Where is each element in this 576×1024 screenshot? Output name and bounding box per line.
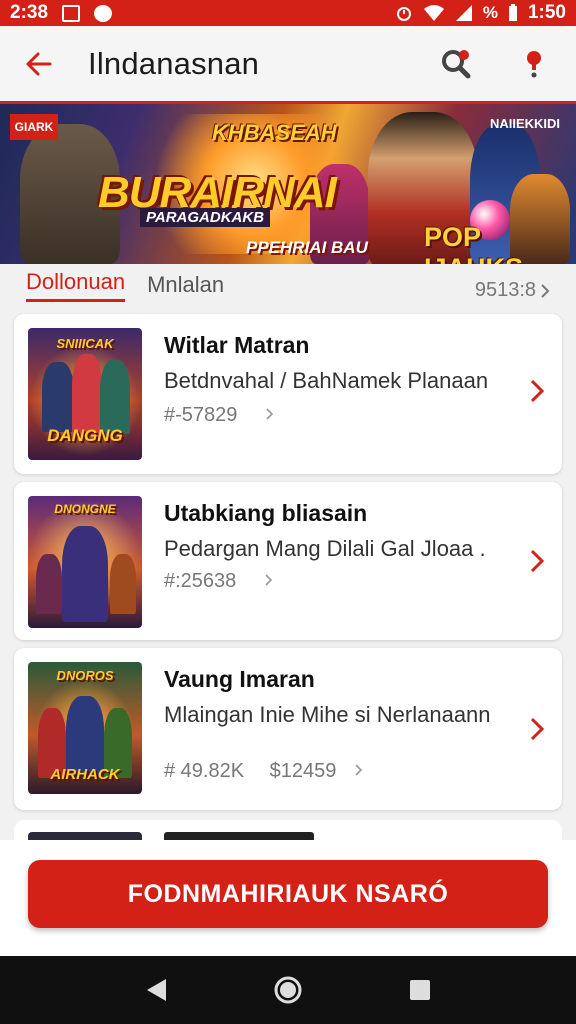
game-thumbnail: DNOROS AIRHACK — [28, 662, 142, 794]
banner-right-logo: POP IJAHKS — [424, 222, 523, 264]
square-recents-icon — [410, 980, 430, 1000]
alert-button[interactable] — [514, 44, 554, 84]
circle-home-icon — [274, 976, 302, 1004]
promo-banner[interactable]: GIARK NAIIEKKIDI KHBASEAH BURAIRNAI PARA… — [0, 104, 576, 264]
nav-home-button[interactable] — [268, 970, 308, 1010]
status-bar: 2:38 % 1:50 — [0, 0, 576, 26]
back-button[interactable] — [22, 47, 56, 81]
banner-corner-text: NAIIEKKIDI — [489, 116, 560, 131]
chevron-right-icon — [530, 379, 545, 403]
tab-second[interactable]: Mnlalan — [147, 272, 224, 302]
banner-logo-sub: PARAGADKAKB — [140, 208, 271, 227]
thumbnail-subtitle: DANGNG — [47, 426, 123, 445]
chevron-right-icon — [530, 549, 545, 573]
chevron-right-icon — [541, 283, 550, 298]
status-time: 2:38 — [10, 2, 49, 23]
list-item[interactable]: DNONGNE Utabkiang bliasain Pedargan Mang… — [14, 482, 562, 640]
card-meta: #-57829 — [164, 404, 275, 427]
chat-bubble-icon — [94, 4, 113, 22]
card-title: Witlar Matran — [164, 332, 310, 358]
primary-action-button[interactable]: FODNMAHIRIAUK NSARÓ — [28, 860, 548, 928]
wifi-icon — [423, 4, 445, 22]
chevron-right-small-icon — [355, 764, 363, 776]
bottom-action-area: FODNMAHIRIAUK NSARÓ — [0, 840, 576, 956]
app-bar: Ilndanasnan — [0, 26, 576, 104]
card-subtitle: Betdnvahal / BahNamek Planaan — [164, 368, 489, 393]
status-clock: 1:50 — [527, 2, 566, 23]
nav-back-button[interactable] — [136, 970, 176, 1010]
banner-logo-top: KHBASEAH — [212, 120, 337, 145]
arrow-left-icon — [26, 52, 52, 75]
thumbnail-title: SNIIICAK — [56, 336, 114, 351]
card-title: Utabkiang bliasain — [164, 500, 368, 526]
card-subtitle: Mlaingan Inie Mihe si Nerlanaann — [164, 702, 491, 727]
tab-first[interactable]: Dollonuan — [26, 269, 126, 302]
card-subtitle: Pedargan Mang Dilali Gal Jloaa . — [164, 536, 486, 561]
system-nav-bar — [0, 956, 576, 1024]
page-title: Ilndanasnan — [88, 45, 260, 81]
card-meta-value: # 49.82K — [164, 760, 245, 782]
card-meta-value: #:25638 — [164, 570, 237, 592]
thumbnail-title: DNONGNE — [54, 502, 116, 516]
chevron-right-small-icon — [265, 574, 272, 586]
result-count[interactable]: 9513:8 — [475, 279, 550, 302]
notification-app-icon — [62, 4, 81, 22]
list-item[interactable]: DNOROS AIRHACK Vaung Imaran Mlaingan Ini… — [14, 648, 562, 810]
card-meta: #:25638 — [164, 570, 274, 593]
thumbnail-subtitle: AIRHACK — [50, 766, 120, 783]
nav-recents-button[interactable] — [400, 970, 440, 1010]
card-meta: # 49.82K $12459 — [164, 760, 364, 783]
thumbnail-title: DNOROS — [56, 668, 114, 683]
game-thumbnail: DNONGNE — [28, 496, 142, 628]
alarm-icon — [395, 4, 413, 22]
card-meta-value: #-57829 — [164, 404, 238, 426]
search-button[interactable] — [436, 44, 476, 84]
search-icon — [442, 49, 471, 78]
result-count-label: 9513:8 — [474, 279, 536, 301]
exclamation-icon — [527, 50, 541, 77]
banner-badge: GIARK — [10, 114, 58, 140]
signal-icon — [455, 4, 473, 22]
battery-label: % — [482, 3, 498, 22]
triangle-back-icon — [147, 979, 166, 1001]
battery-icon — [508, 4, 518, 22]
banner-bottom-text: PPEHRIAI BAU — [246, 238, 368, 257]
game-thumbnail: SNIIICAK DANGNG — [28, 328, 142, 460]
card-meta-price: $12459 — [269, 760, 337, 782]
card-title: Vaung Imaran — [164, 666, 315, 692]
list-item[interactable]: SNIIICAK DANGNG Witlar Matran Betdnvahal… — [14, 314, 562, 474]
chevron-right-small-icon — [266, 408, 274, 420]
tab-bar: Dollonuan Mnlalan 9513:8 — [0, 264, 576, 314]
chevron-right-icon — [530, 717, 545, 741]
